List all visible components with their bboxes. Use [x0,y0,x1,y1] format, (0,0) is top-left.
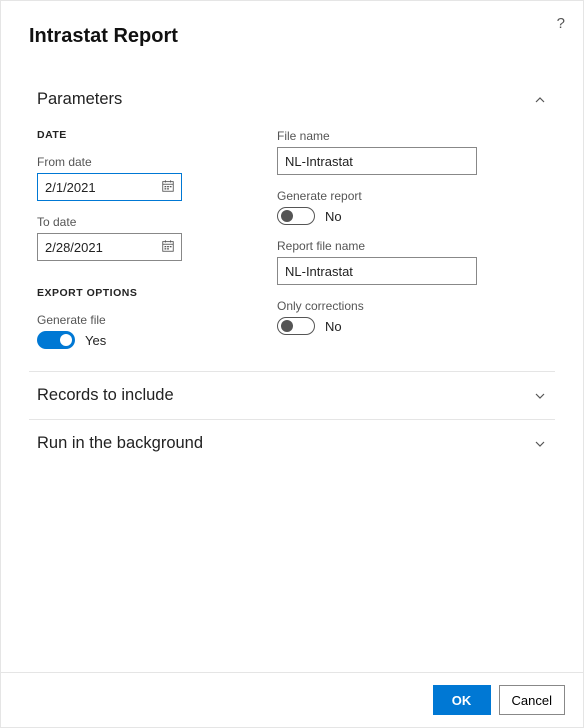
toggle-knob [281,210,293,222]
section-parameters-body: DATE From date To date EXPORT OPTI [29,123,555,371]
report-file-name-label: Report file name [277,239,497,253]
chevron-down-icon [533,437,547,451]
from-date-label: From date [37,155,217,169]
only-corrections-toggle[interactable] [277,317,315,335]
section-background: Run in the background [29,420,555,467]
section-records-title: Records to include [37,386,174,405]
group-export-label: EXPORT OPTIONS [37,287,217,299]
section-records-header[interactable]: Records to include [29,372,555,419]
chevron-up-icon [533,93,547,107]
dialog-title: Intrastat Report [29,25,563,48]
generate-file-toggle[interactable] [37,331,75,349]
file-name-label: File name [277,129,497,143]
to-date-input[interactable] [45,240,161,255]
group-date-label: DATE [37,129,217,141]
calendar-icon[interactable] [161,179,177,195]
section-background-title: Run in the background [37,434,203,453]
only-corrections-label: Only corrections [277,299,497,313]
ok-button[interactable]: OK [433,685,491,715]
generate-report-value: No [325,209,342,224]
section-parameters: Parameters DATE From date To date [29,76,555,372]
section-background-header[interactable]: Run in the background [29,420,555,467]
report-file-name-input[interactable] [277,257,477,285]
help-icon[interactable]: ? [557,15,565,32]
generate-file-value: Yes [85,333,106,348]
section-parameters-title: Parameters [37,90,122,109]
toggle-knob [281,320,293,332]
from-date-field[interactable] [37,173,182,201]
toggle-knob [60,334,72,346]
dialog-footer: OK Cancel [1,672,583,727]
to-date-field[interactable] [37,233,182,261]
dialog-content: Parameters DATE From date To date [1,52,583,672]
section-parameters-header[interactable]: Parameters [29,76,555,123]
cancel-button[interactable]: Cancel [499,685,565,715]
generate-report-label: Generate report [277,189,497,203]
generate-file-label: Generate file [37,313,217,327]
file-name-input[interactable] [277,147,477,175]
to-date-label: To date [37,215,217,229]
from-date-input[interactable] [45,180,161,195]
calendar-icon[interactable] [161,239,177,255]
section-records: Records to include [29,372,555,420]
generate-report-toggle[interactable] [277,207,315,225]
only-corrections-value: No [325,319,342,334]
chevron-down-icon [533,389,547,403]
